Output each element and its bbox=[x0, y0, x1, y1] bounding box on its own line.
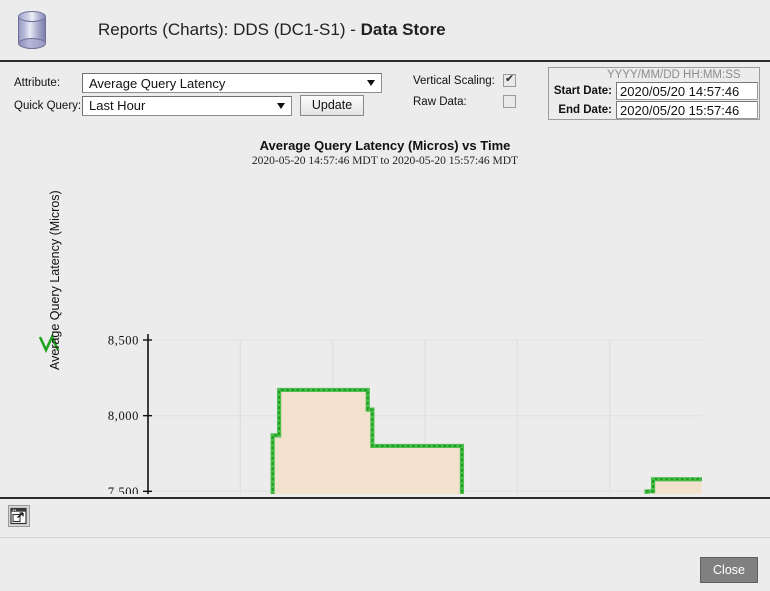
vertical-scaling-checkbox[interactable] bbox=[503, 73, 516, 87]
svg-text:8,500: 8,500 bbox=[108, 334, 139, 348]
chart-area: Average Query Latency (Micros) vs Time 2… bbox=[0, 124, 770, 589]
chevron-down-icon bbox=[277, 102, 285, 109]
end-date-label: End Date: bbox=[558, 104, 612, 116]
chevron-down-icon bbox=[367, 80, 375, 86]
window-header: Reports (Charts): DDS (DC1-S1) - Data St… bbox=[0, 0, 770, 60]
page-title: Reports (Charts): DDS (DC1-S1) - Data St… bbox=[98, 20, 446, 40]
raw-data-row: Raw Data: bbox=[413, 95, 516, 108]
end-date-input[interactable] bbox=[616, 101, 758, 119]
start-date-input[interactable] bbox=[616, 82, 758, 100]
open-in-new-window-icon[interactable] bbox=[8, 505, 30, 527]
svg-text:7,500: 7,500 bbox=[108, 485, 139, 494]
page-title-plain: Reports (Charts): DDS (DC1-S1) - bbox=[98, 20, 361, 39]
query-controls-panel: Attribute: Average Query Latency Quick Q… bbox=[0, 60, 770, 124]
vertical-scaling-label: Vertical Scaling: bbox=[413, 74, 495, 87]
attribute-label: Attribute: bbox=[14, 77, 61, 89]
quick-query-label: Quick Query: bbox=[14, 99, 82, 112]
quick-query-select-value: Last Hour bbox=[89, 98, 146, 113]
end-date-row: End Date: bbox=[552, 101, 758, 119]
quick-query-select[interactable]: Last Hour bbox=[82, 95, 292, 116]
attribute-row: Attribute: Average Query Latency bbox=[14, 73, 382, 93]
raw-data-checkbox[interactable] bbox=[503, 95, 516, 108]
attribute-select[interactable]: Average Query Latency bbox=[82, 73, 382, 93]
date-range-group: YYYY/MM/DD HH:MM:SS Start Date: End Date… bbox=[548, 67, 760, 120]
update-button[interactable]: Update bbox=[300, 95, 364, 116]
plot-svg: 7,0007,5008,0008,50014:5815:0815:1815:28… bbox=[108, 334, 702, 589]
database-cylinder-icon bbox=[14, 8, 52, 52]
start-date-label: Start Date: bbox=[553, 85, 612, 97]
close-button[interactable]: Close bbox=[700, 557, 758, 583]
vertical-scaling-row: Vertical Scaling: bbox=[413, 73, 516, 87]
raw-data-label: Raw Data: bbox=[413, 95, 467, 108]
page-title-bold: Data Store bbox=[360, 20, 446, 39]
attribute-select-value: Average Query Latency bbox=[89, 75, 226, 91]
dialog-bottom-bar: Close bbox=[0, 537, 770, 591]
start-date-row: Start Date: bbox=[552, 82, 758, 100]
chart-footer-toolbar bbox=[0, 497, 770, 537]
plot-canvas: 7,0007,5008,0008,50014:5815:0815:1815:28… bbox=[0, 124, 770, 589]
quick-query-row: Quick Query: Last Hour Update bbox=[14, 95, 364, 116]
date-format-hint: YYYY/MM/DD HH:MM:SS bbox=[607, 69, 741, 81]
svg-text:8,000: 8,000 bbox=[108, 409, 139, 423]
